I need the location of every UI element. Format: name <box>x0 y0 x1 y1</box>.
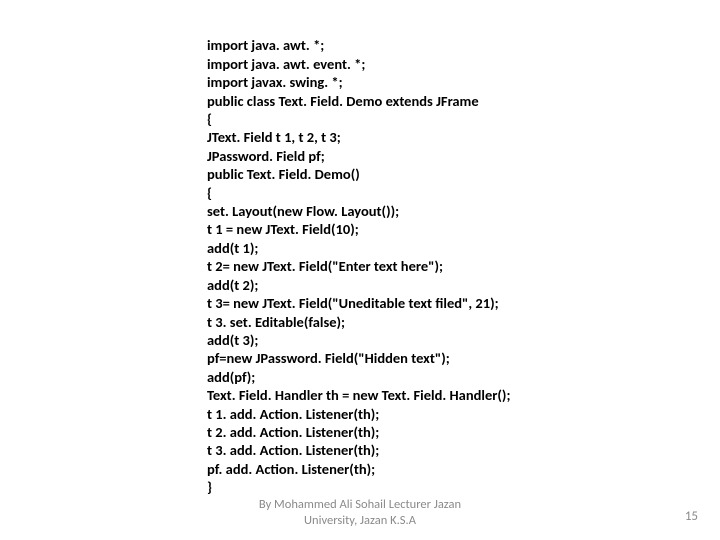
code-line: t 2. add. Action. Listener(th); <box>207 423 379 441</box>
attribution: By Mohammed Ali Sohail Lecturer Jazan Un… <box>0 497 720 528</box>
code-line: add(t 1); <box>207 239 258 257</box>
code-line: import java. awt. *; <box>207 36 324 54</box>
code-line: t 1 = new JText. Field(10); <box>207 220 359 238</box>
code-line: public class Text. Field. Demo extends J… <box>207 92 479 110</box>
code-line: } <box>207 478 212 496</box>
code-line: { <box>207 110 212 128</box>
attribution-line: By Mohammed Ali Sohail Lecturer Jazan <box>259 497 461 512</box>
attribution-line: University, Jazan K.S.A <box>304 513 416 528</box>
code-line: t 2= new JText. Field("Enter text here")… <box>207 257 443 275</box>
code-line: t 3. add. Action. Listener(th); <box>207 441 379 459</box>
code-line: JPassword. Field pf; <box>207 147 325 165</box>
code-line: pf=new JPassword. Field("Hidden text"); <box>207 349 450 367</box>
code-line: JText. Field t 1, t 2, t 3; <box>207 128 341 146</box>
code-line: import javax. swing. *; <box>207 73 343 91</box>
page-number: 15 <box>685 509 698 524</box>
code-line: { <box>207 184 212 202</box>
slide: import java. awt. *; import java. awt. e… <box>0 0 720 540</box>
code-line: Text. Field. Handler th = new Text. Fiel… <box>207 386 510 404</box>
code-line: add(pf); <box>207 368 255 386</box>
code-line: pf. add. Action. Listener(th); <box>207 460 375 478</box>
code-line: import java. awt. event. *; <box>207 55 365 73</box>
code-line: t 3= new JText. Field("Uneditable text f… <box>207 294 499 312</box>
code-line: t 3. set. Editable(false); <box>207 313 345 331</box>
code-block: import java. awt. *; import java. awt. e… <box>207 18 667 497</box>
code-line: add(t 2); <box>207 276 258 294</box>
code-line: public Text. Field. Demo() <box>207 165 360 183</box>
code-line: add(t 3); <box>207 331 258 349</box>
code-line: set. Layout(new Flow. Layout()); <box>207 202 399 220</box>
code-line: t 1. add. Action. Listener(th); <box>207 405 379 423</box>
